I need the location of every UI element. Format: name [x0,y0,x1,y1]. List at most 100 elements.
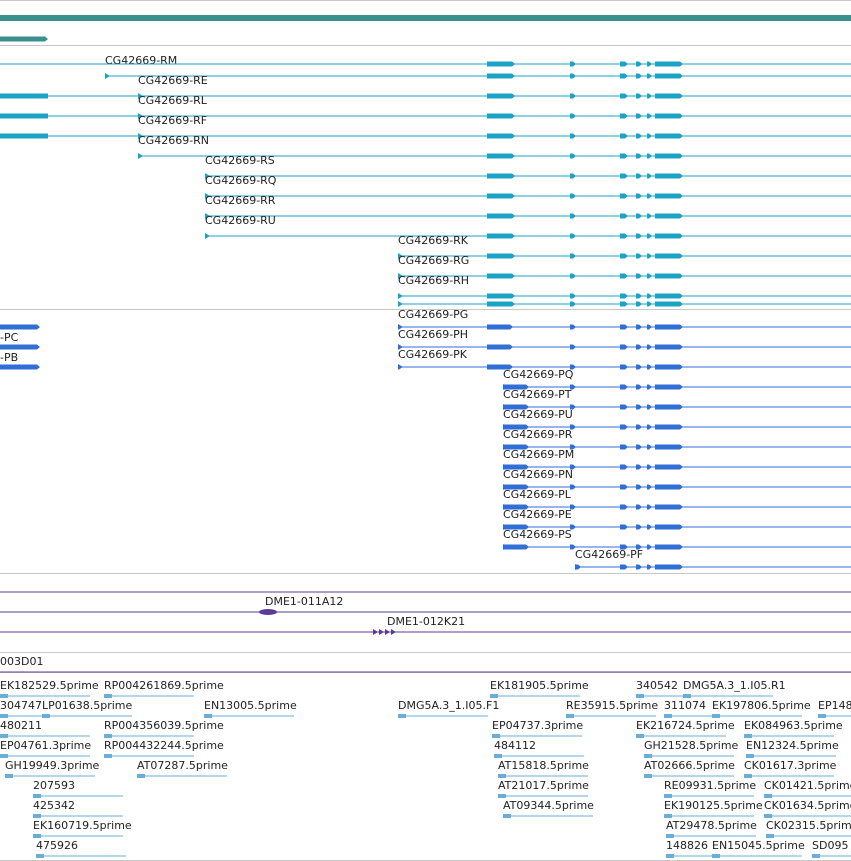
rna-exon [647,504,652,510]
transcript-label[interactable]: CG42669-RK [398,234,469,247]
est-label[interactable]: 475926 [36,839,78,852]
transcript-label[interactable]: CG42669-RE [138,74,208,87]
rna-exon [647,113,652,119]
clone-marker [385,629,390,635]
est-label[interactable]: DMG5A.3_1.I05.F1 [398,699,499,712]
est-label[interactable]: AT09344.5prime [503,799,594,812]
est-label[interactable]: AT29478.5prime [666,819,757,832]
est-label[interactable]: RE35915.5prime [566,699,658,712]
est-label[interactable]: EP148 [818,699,851,712]
est-label[interactable]: 148826 [666,839,708,852]
est-label[interactable]: EK197806.5prime [712,699,811,712]
transcript-label[interactable]: CG42669-PL [503,488,572,501]
rna-exon [647,344,652,350]
est-label[interactable]: GH19949.3prime [5,759,100,772]
est-block [644,754,652,758]
est-label[interactable]: RP004432244.5prime [104,739,224,752]
est-label[interactable]: 425342 [33,799,75,812]
rna-exon [620,444,628,450]
est-label[interactable]: 340542 [636,679,678,692]
est-label[interactable]: 311074 [664,699,706,712]
est-label[interactable]: EP04761.3prime [0,739,91,752]
est-label[interactable]: RE09931.5prime [664,779,756,792]
est-label[interactable]: CK02315.5prime [766,819,851,832]
transcript-label[interactable]: CG42669-RU [205,214,276,227]
transcript-label[interactable]: CG42669-RQ [205,174,277,187]
est-label[interactable]: RP004261869.5prime [104,679,224,692]
rna-exon [655,61,683,67]
est-block [0,714,8,718]
est-label[interactable]: SD095 [812,839,848,852]
est-label[interactable]: EN12324.5prime [746,739,839,752]
est-label[interactable]: EN15045.5prime [712,839,805,852]
transcript-label[interactable]: CG42669-PG [398,308,468,321]
transcript-label[interactable]: CG42669-PT [503,388,572,401]
est-label[interactable]: AT15818.5prime [498,759,589,772]
transcript-label[interactable]: CG42669-RF [138,114,207,127]
est-label[interactable]: 304747 [0,699,42,712]
rna-exon [647,213,652,219]
transcript-label[interactable]: CG42669-PU [503,408,573,421]
rna-exon [647,61,652,67]
transcript-label[interactable]: CG42669-RG [398,254,469,267]
transcript-label[interactable]: CG42669-PQ [503,368,574,381]
transcript-label[interactable]: -PB [0,351,18,364]
rna-exon [655,344,683,350]
est-block [664,814,672,818]
est-label[interactable]: AT02666.5prime [644,759,735,772]
rna-exon [647,404,652,410]
transcript-label[interactable]: CG42669-PF [575,548,643,561]
rna-exon [655,424,683,430]
est-label[interactable]: EK182529.5prime [0,679,99,692]
est-block [0,754,8,758]
est-label[interactable]: EK190125.5prime [664,799,763,812]
est-label[interactable]: AT21017.5prime [498,779,589,792]
clone-label[interactable]: DME1-012K21 [387,615,465,628]
rna-exon [620,504,628,510]
est-label[interactable]: EK084963.5prime [744,719,843,732]
rna-exon [655,193,683,199]
transcript-label[interactable]: CG42669-RH [398,274,469,287]
est-label[interactable]: CK01617.3prime [744,759,837,772]
clone-label[interactable]: DME1-011A12 [265,595,343,608]
rna-exon [647,193,652,199]
transcript-label[interactable]: CG42669-PS [503,528,572,541]
transcript-label[interactable]: CG42669-PK [398,348,468,361]
est-label[interactable]: AT07287.5prime [137,759,228,772]
est-label[interactable]: EP04737.3prime [492,719,583,732]
transcript-label[interactable]: CG42669-PH [398,328,468,341]
transcript-label[interactable]: CG42669-RR [205,194,276,207]
est-label[interactable]: EK160719.5prime [33,819,132,832]
est-label[interactable]: 480211 [0,719,42,732]
est-label[interactable]: CK01421.5prime [764,779,851,792]
transcript-label[interactable]: CG42669-PE [503,508,572,521]
transcript-label[interactable]: CG42669-RN [138,134,209,147]
rna-exon [487,73,515,79]
est-label[interactable]: DMG5A.3_1.I05.R1 [683,679,786,692]
transcript-label[interactable]: CG42669-RM [105,54,177,67]
est-label[interactable]: CK01634.5prime [764,799,851,812]
rna-exon [620,273,628,279]
rna-exon-partial [0,364,40,370]
rna-exon [620,213,628,219]
transcript-label[interactable]: CG42669-PM [503,448,574,461]
est-label[interactable]: GH21528.5prime [644,739,739,752]
est-label[interactable]: 207593 [33,779,75,792]
est-label[interactable]: EK181905.5prime [490,679,589,692]
transcript-label[interactable]: CG42669-PN [503,468,573,481]
rna-exon [620,424,628,430]
rna-exon [620,404,628,410]
transcript-label[interactable]: -PC [0,331,19,344]
est-label[interactable]: LP01638.5prime [42,699,133,712]
est-label[interactable]: EK216724.5prime [636,719,735,732]
rna-exon [655,444,683,450]
est-label[interactable]: RP004356039.5prime [104,719,224,732]
transcript-label[interactable]: CG42669-PR [503,428,573,441]
clone-label[interactable]: 003D01 [0,655,43,668]
est-label[interactable]: EN13005.5prime [204,699,297,712]
transcript-label[interactable]: CG42669-RS [205,154,275,167]
est-label[interactable]: 484112 [494,739,536,752]
transcript-label[interactable]: CG42669-RL [138,94,208,107]
rna-exon [570,324,576,330]
rna-exon [570,253,576,259]
